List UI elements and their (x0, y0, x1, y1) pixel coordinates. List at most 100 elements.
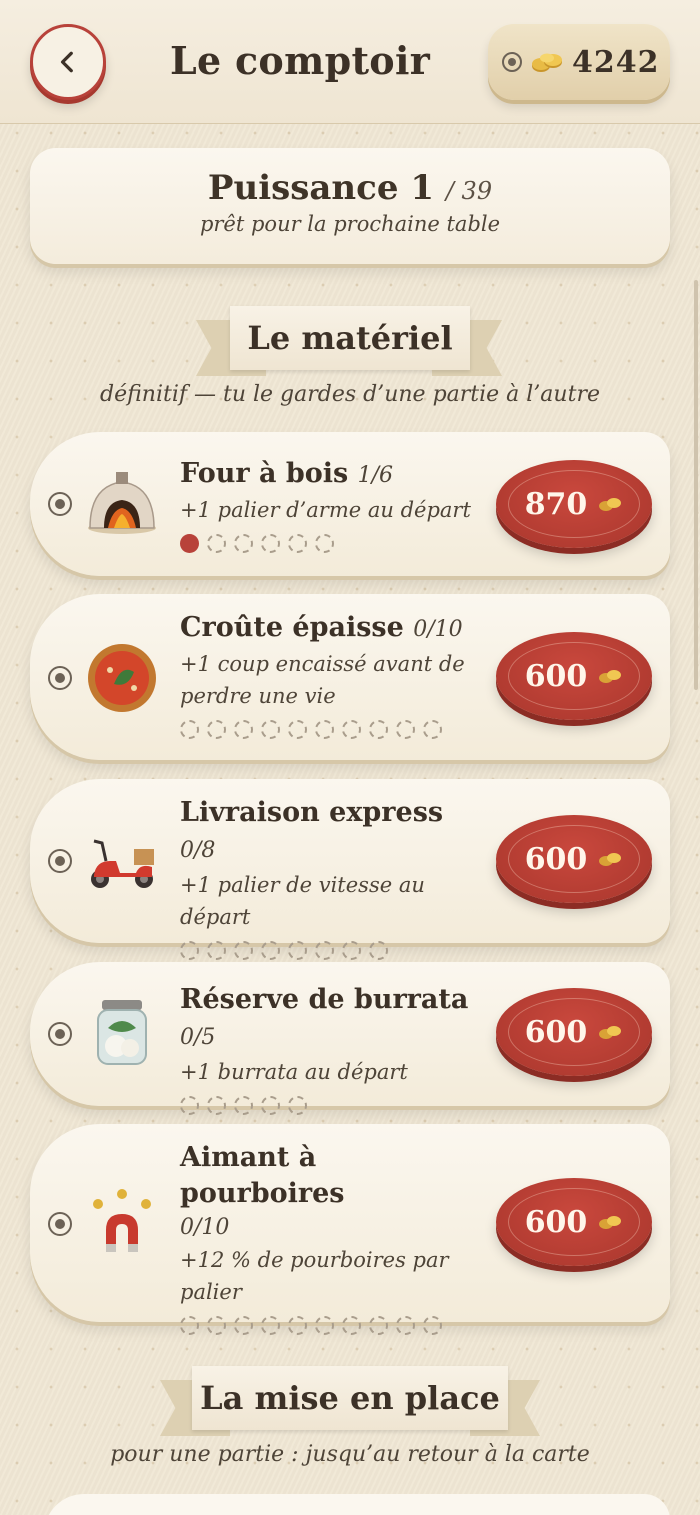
radio-indicator-icon (48, 1022, 72, 1046)
buy-button[interactable]: 870 (496, 460, 652, 548)
coin-stack-icon (599, 1216, 622, 1229)
power-max: / 39 (445, 177, 493, 205)
upgrade-text: Livraison express 0/8 +1 palier de vites… (180, 795, 480, 960)
level-pip-empty (234, 1096, 253, 1115)
level-pip-empty (207, 534, 226, 553)
upgrade-level: 0/10 (413, 617, 463, 642)
price-value: 600 (524, 841, 588, 877)
power-subtitle: prêt pour la prochaine table (199, 212, 501, 236)
upgrade-desc: départ (180, 905, 251, 929)
level-pip-empty (207, 720, 226, 739)
upgrade-card-croute-epaisse: Croûte épaisse 0/10 +1 coup encaissé ava… (30, 594, 670, 760)
level-pips (180, 941, 480, 960)
upgrade-desc: perdre une vie (180, 684, 336, 708)
level-pip-empty (261, 1096, 280, 1115)
upgrade-name: Croûte épaisse (180, 612, 404, 643)
buy-button[interactable]: 600 (496, 815, 652, 903)
level-pip-empty (342, 941, 361, 960)
level-pip-empty (234, 941, 253, 960)
upgrade-level: 0/10 (180, 1215, 230, 1240)
level-pips (180, 534, 480, 553)
upgrade-name: Four à bois (180, 458, 349, 489)
upgrade-level: 1/6 (357, 463, 394, 488)
level-pip-empty (180, 720, 199, 739)
price-value: 870 (524, 486, 588, 522)
pizza-icon (88, 644, 156, 712)
section-subtitle: pour une partie : jusqu’au retour à la c… (110, 1442, 590, 1467)
level-pip-empty (288, 720, 307, 739)
upgrade-desc: +1 palier de vitesse au (180, 873, 425, 897)
coin-count: 4242 (572, 44, 660, 80)
level-pip-empty (261, 720, 280, 739)
scooter-icon (91, 839, 154, 888)
level-pip-filled (180, 534, 199, 553)
level-pip-empty (315, 1316, 334, 1335)
level-pip-empty (342, 1316, 361, 1335)
upgrade-name: Réserve de burrata (180, 984, 469, 1015)
radio-indicator-icon (48, 666, 72, 690)
level-pip-empty (261, 534, 280, 553)
section-subtitle: définitif — tu le gardes d’une partie à … (100, 382, 600, 407)
upgrade-card-aimant-a-pourboires: Aimant à pourboires 0/10 +12 % de pourbo… (30, 1124, 670, 1335)
level-pip-empty (261, 941, 280, 960)
radio-indicator-icon (48, 492, 72, 516)
level-pip-empty (261, 1316, 280, 1335)
level-pip-empty (207, 941, 226, 960)
level-pip-empty (234, 1316, 253, 1335)
buy-button[interactable]: 600 (496, 988, 652, 1076)
level-pips (180, 720, 480, 739)
level-pip-empty (288, 1096, 307, 1115)
radio-indicator-icon (48, 849, 72, 873)
buy-button[interactable]: 600 (496, 1178, 652, 1266)
level-pip-empty (369, 1316, 388, 1335)
buy-button[interactable]: 600 (496, 632, 652, 720)
power-title: Puissance 1 (207, 168, 434, 208)
level-pip-empty (180, 941, 199, 960)
chevron-left-icon (60, 51, 73, 73)
level-pip-empty (315, 534, 334, 553)
upgrade-desc: +1 coup encaissé avant de (180, 652, 465, 676)
upgrade-card-partial (44, 1494, 670, 1515)
upgrade-desc: +1 burrata au départ (180, 1060, 408, 1084)
scrollbar[interactable] (694, 280, 698, 690)
upgrade-desc: +1 palier d’arme au départ (180, 498, 471, 522)
coin-balance: 4242 (488, 24, 670, 100)
level-pip-empty (207, 1096, 226, 1115)
level-pips (180, 1096, 480, 1115)
section-ribbon-mise-en-place: La mise en place (0, 1366, 700, 1436)
page-title: Le comptoir (169, 38, 431, 83)
upgrade-text: Four à bois 1/6 +1 palier d’arme au dépa… (180, 456, 480, 553)
level-pip-empty (207, 1316, 226, 1335)
back-button[interactable] (30, 24, 106, 100)
upgrade-desc: +12 % de pourboires par (180, 1248, 449, 1272)
level-pip-empty (315, 941, 334, 960)
radio-indicator-icon (48, 1212, 72, 1236)
upgrade-level: 0/8 (180, 838, 216, 863)
power-card: Puissance 1 / 39 prêt pour la prochaine … (30, 148, 670, 264)
upgrade-level: 0/5 (180, 1025, 216, 1050)
upgrade-card-livraison-express: Livraison express 0/8 +1 palier de vites… (30, 779, 670, 960)
upgrade-card-reserve-de-burrata: Réserve de burrata 0/5 +1 burrata au dép… (30, 962, 670, 1115)
price-value: 600 (524, 1014, 588, 1050)
section-title: La mise en place (192, 1366, 508, 1430)
upgrade-desc: palier (180, 1280, 242, 1304)
level-pip-empty (423, 1316, 442, 1335)
level-pip-empty (315, 720, 334, 739)
upgrade-text: Aimant à pourboires 0/10 +12 % de pourbo… (180, 1140, 480, 1335)
upgrade-text: Croûte épaisse 0/10 +1 coup encaissé ava… (180, 610, 480, 739)
upgrade-name: Livraison express (180, 797, 444, 828)
level-pip-empty (288, 534, 307, 553)
level-pip-empty (234, 534, 253, 553)
burrata-jar-icon (97, 1000, 147, 1065)
section-title: Le matériel (230, 306, 470, 370)
section-ribbon-materiel: Le matériel (0, 306, 700, 376)
level-pip-empty (180, 1096, 199, 1115)
top-bar: Le comptoir 4242 (0, 0, 700, 124)
coin-stack-icon (599, 1026, 622, 1039)
coin-stack-icon (599, 498, 622, 511)
level-pip-empty (369, 941, 388, 960)
level-pip-empty (234, 720, 253, 739)
level-pip-empty (288, 1316, 307, 1335)
upgrade-text: Réserve de burrata 0/5 +1 burrata au dép… (180, 982, 480, 1115)
price-value: 600 (524, 1204, 588, 1240)
